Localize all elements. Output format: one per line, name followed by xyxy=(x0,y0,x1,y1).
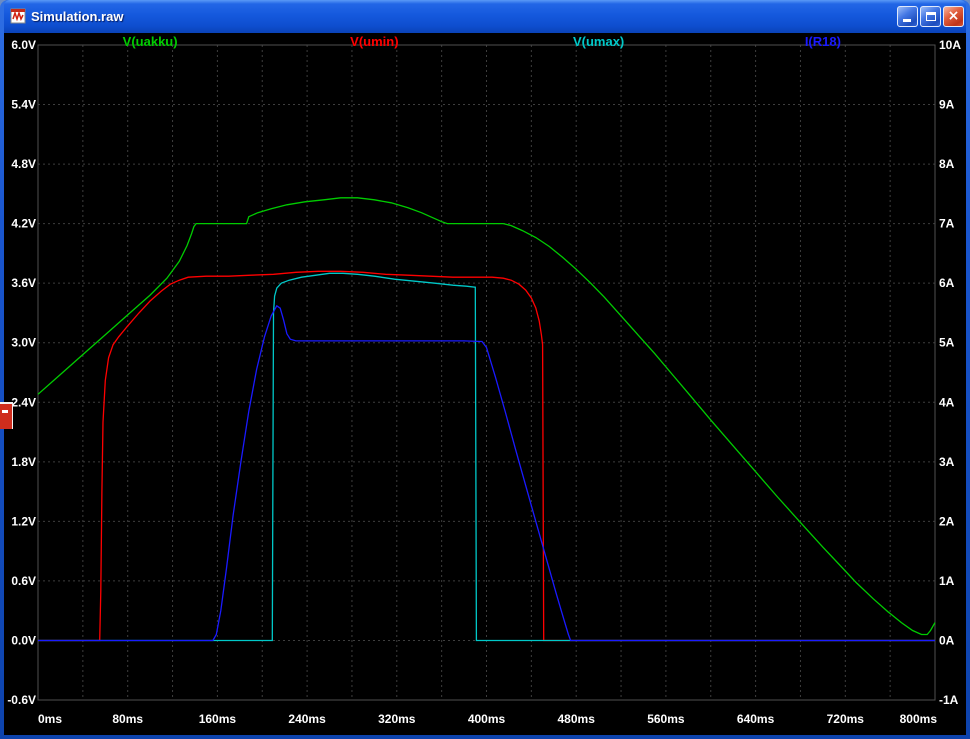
maximize-icon xyxy=(926,12,936,21)
x-axis-tick: 640ms xyxy=(737,712,775,726)
left-axis-tick: 3.0V xyxy=(11,336,36,350)
minimize-button[interactable] xyxy=(897,6,918,27)
left-axis-tick: 4.8V xyxy=(11,157,36,171)
left-axis-tick: 0.6V xyxy=(11,574,36,588)
x-axis-tick: 160ms xyxy=(199,712,237,726)
x-axis-tick: 400ms xyxy=(468,712,506,726)
trace-label-V(uakku)[interactable]: V(uakku) xyxy=(123,34,178,49)
waveform-plot-area[interactable]: 6.0V 5.4V 4.8V 4.2V 3.6V 3.0V 2.4V 1.8V 1.2V 0.6V… xyxy=(4,33,966,735)
trace-label-V(umin)[interactable]: V(umin) xyxy=(350,34,398,49)
right-axis-tick: 9A xyxy=(939,98,955,112)
window-title: Simulation.raw xyxy=(31,9,895,24)
right-axis-tick: 0A xyxy=(939,633,955,647)
stray-window-icon-artifact xyxy=(0,402,13,429)
left-axis-tick: 3.6V xyxy=(11,276,36,290)
right-axis-tick: 1A xyxy=(939,574,955,588)
right-axis-tick: 4A xyxy=(939,395,955,409)
minimize-icon xyxy=(903,19,911,22)
right-axis-tick: 5A xyxy=(939,336,955,350)
left-axis-tick: 1.8V xyxy=(11,455,36,469)
x-axis-tick: 0ms xyxy=(38,712,62,726)
left-axis-tick: 2.4V xyxy=(11,395,36,409)
app-icon[interactable] xyxy=(10,8,27,24)
right-axis-tick: 10A xyxy=(939,38,961,52)
x-axis-tick: 80ms xyxy=(112,712,143,726)
left-axis-tick: 0.0V xyxy=(11,633,36,647)
close-icon: × xyxy=(948,9,960,23)
right-axis-tick: 7A xyxy=(939,217,955,231)
right-axis-tick: 8A xyxy=(939,157,955,171)
trace-label-V(umax)[interactable]: V(umax) xyxy=(573,34,624,49)
left-axis-tick: 6.0V xyxy=(11,38,36,52)
x-axis-tick: 720ms xyxy=(827,712,865,726)
x-axis-tick: 480ms xyxy=(558,712,596,726)
right-axis-tick: 2A xyxy=(939,514,955,528)
waveform-chart: 6.0V 5.4V 4.8V 4.2V 3.6V 3.0V 2.4V 1.8V 1.2V 0.6V… xyxy=(4,33,966,735)
left-axis-tick: 5.4V xyxy=(11,98,36,112)
trace-label-I(R18)[interactable]: I(R18) xyxy=(805,34,841,49)
right-axis-tick: -1A xyxy=(939,693,959,707)
x-axis-tick: 800ms xyxy=(900,712,938,726)
maximize-button[interactable] xyxy=(920,6,941,27)
left-axis-tick: -0.6V xyxy=(7,693,36,707)
right-axis-tick: 3A xyxy=(939,455,955,469)
x-axis-tick: 560ms xyxy=(647,712,685,726)
close-button[interactable]: × xyxy=(943,6,964,27)
ltspice-waveform-window: Simulation.raw × 6.0V 5.4V 4.8V 4.2V 3.6V 3.0… xyxy=(0,0,970,739)
x-axis-tick: 320ms xyxy=(378,712,416,726)
right-axis-tick: 6A xyxy=(939,276,955,290)
x-axis-tick: 240ms xyxy=(288,712,326,726)
left-axis-tick: 4.2V xyxy=(11,217,36,231)
title-bar[interactable]: Simulation.raw × xyxy=(4,0,966,33)
left-axis-tick: 1.2V xyxy=(11,514,36,528)
